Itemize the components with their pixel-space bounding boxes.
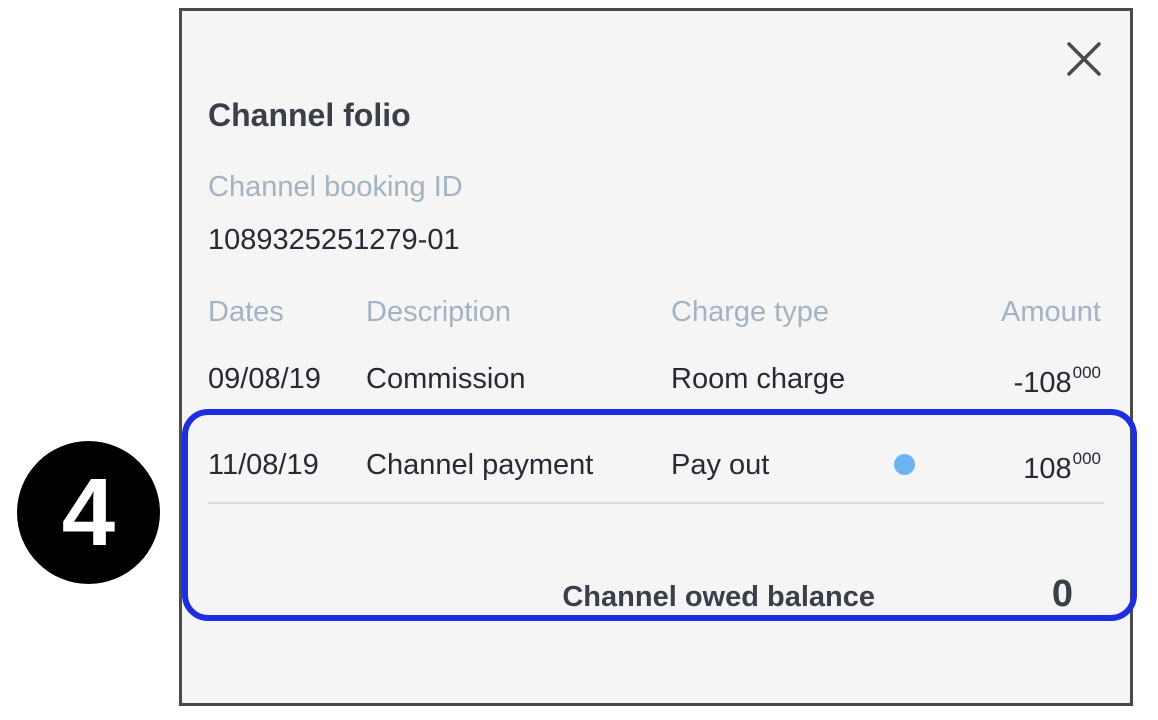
amount-main: -108 — [1013, 367, 1072, 399]
channel-folio-dialog: Channel folio Channel booking ID 1089325… — [179, 8, 1133, 706]
amount-decimals: 000 — [1072, 363, 1101, 382]
row-description: Channel payment — [366, 449, 594, 481]
balance-label: Channel owed balance — [562, 581, 875, 613]
close-icon — [1067, 42, 1101, 76]
balance-value: 0 — [1051, 573, 1073, 615]
row-date: 11/08/19 — [208, 449, 319, 481]
row-amount: 108000 — [1023, 449, 1101, 486]
close-button[interactable] — [1064, 39, 1104, 79]
row-charge-type: Pay out — [671, 449, 770, 481]
tutorial-screenshot: Channel folio Channel booking ID 1089325… — [0, 0, 1158, 720]
column-header-dates: Dates — [208, 296, 284, 328]
column-header-description: Description — [366, 296, 512, 328]
column-header-amount: Amount — [1001, 296, 1101, 328]
row-charge-type: Room charge — [671, 363, 846, 395]
dialog-title: Channel folio — [208, 97, 411, 133]
booking-id-value: 1089325251279-01 — [208, 224, 460, 256]
row-date: 09/08/19 — [208, 363, 321, 395]
step-number-badge: 4 — [17, 441, 160, 584]
column-header-charge-type: Charge type — [671, 296, 829, 328]
row-amount: -108000 — [1014, 363, 1101, 400]
booking-id-label: Channel booking ID — [208, 171, 463, 203]
amount-decimals: 000 — [1072, 449, 1101, 468]
amount-main: 108 — [1023, 453, 1072, 485]
row-description: Commission — [366, 363, 526, 395]
divider — [208, 502, 1104, 504]
status-dot-icon — [894, 454, 915, 475]
